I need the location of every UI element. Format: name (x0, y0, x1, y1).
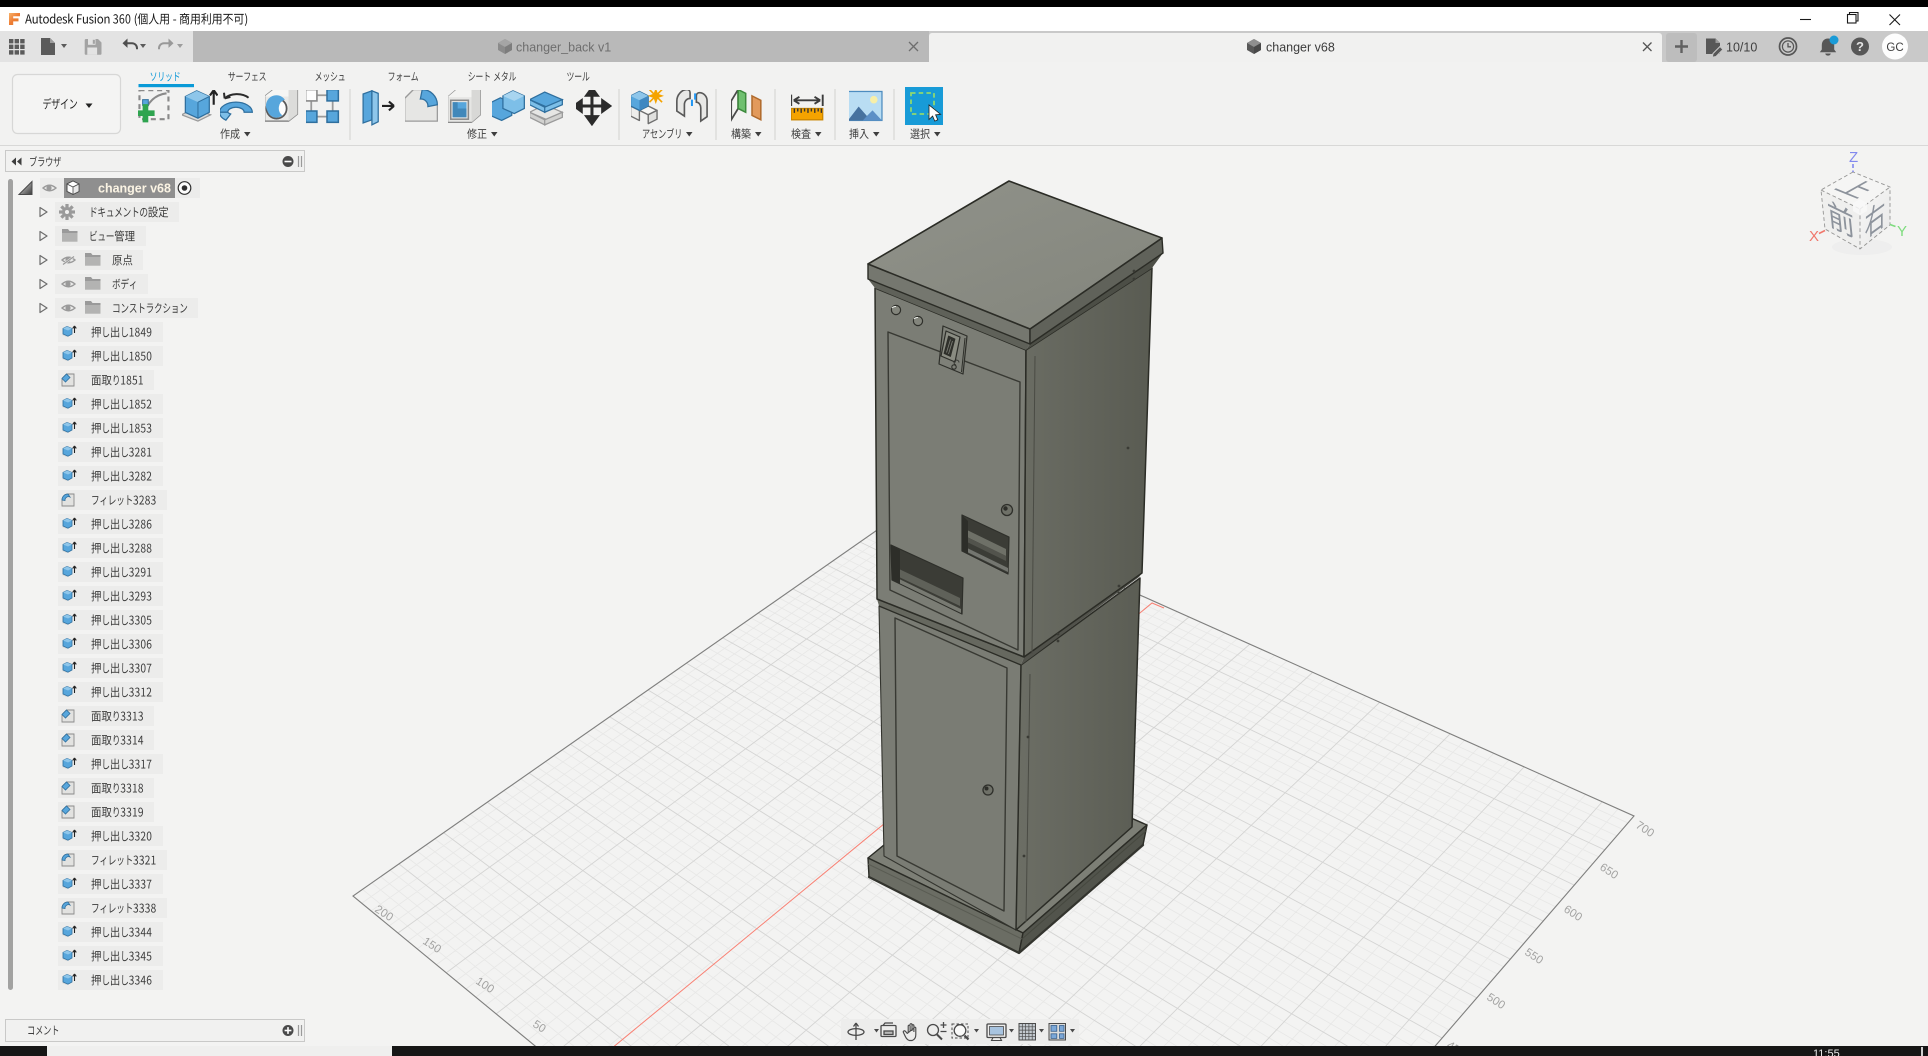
svg-text:GC: GC (1886, 42, 1903, 54)
svg-text:10/10: 10/10 (1726, 41, 1757, 55)
svg-text:changer v68: changer v68 (1266, 41, 1335, 55)
svg-text:changer v68: changer v68 (98, 182, 171, 196)
svg-text:Y: Y (1897, 223, 1907, 240)
svg-text:Z: Z (1849, 149, 1858, 166)
svg-text:X: X (1809, 228, 1819, 245)
svg-text:?: ? (1856, 39, 1864, 54)
svg-text:changer_back v1: changer_back v1 (516, 41, 611, 55)
